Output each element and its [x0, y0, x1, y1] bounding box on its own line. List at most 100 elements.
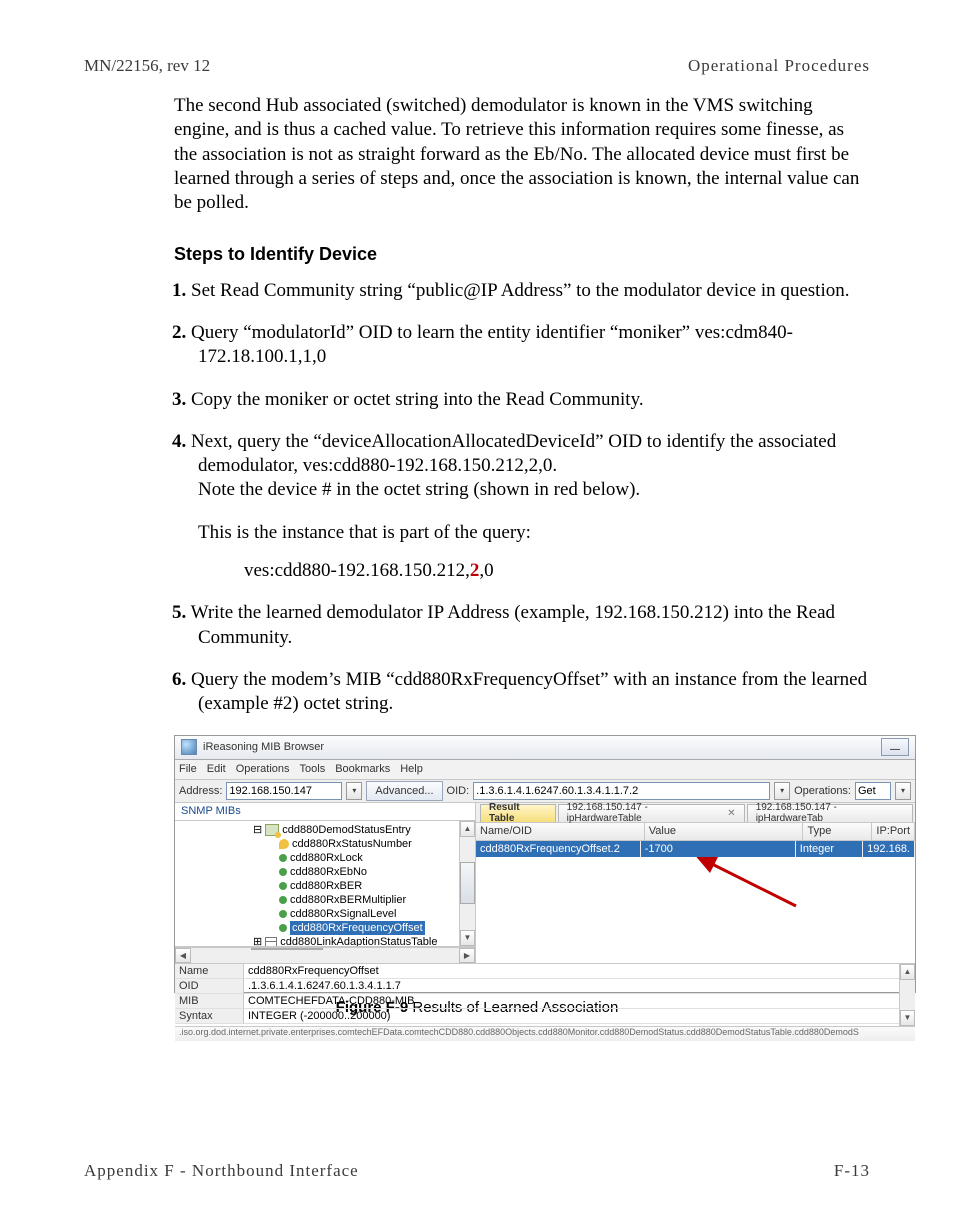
- step-5: 5. Write the learned demodulator IP Addr…: [172, 601, 870, 650]
- tab-label: 192.168.150.147 - ipHardwareTab: [756, 803, 904, 825]
- step-3-text: Copy the moniker or octet string into th…: [191, 389, 644, 410]
- tree-node[interactable]: cdd880RxBERMultiplier: [290, 893, 406, 907]
- step-4d-post: ,0: [479, 560, 493, 581]
- tab-iphardware-1[interactable]: 192.168.150.147 - ipHardwareTable ✕: [558, 804, 745, 822]
- address-dropdown-icon[interactable]: ▾: [346, 782, 362, 800]
- oid-label: OID:: [447, 785, 470, 797]
- address-input[interactable]: [226, 782, 342, 800]
- step-4c-text: This is the instance that is part of the…: [198, 521, 870, 545]
- menu-help[interactable]: Help: [400, 763, 423, 775]
- scroll-up-icon[interactable]: ▲: [900, 964, 915, 980]
- tree-node[interactable]: cdd880RxStatusNumber: [292, 837, 412, 851]
- mib-browser-window: iReasoning MIB Browser — File Edit Opera…: [174, 735, 916, 993]
- scroll-up-icon[interactable]: ▲: [460, 821, 475, 837]
- prop-key: MIB: [175, 994, 244, 1009]
- intro-paragraph: The second Hub associated (switched) dem…: [174, 94, 870, 216]
- tree-node-selected[interactable]: cdd880RxFrequencyOffset: [290, 921, 425, 935]
- step-6-text: Query the modem’s MIB “cdd880RxFrequency…: [191, 669, 867, 714]
- scroll-thumb[interactable]: [460, 862, 475, 904]
- footer-left: Appendix F - Northbound Interface: [84, 1161, 359, 1181]
- leaf-icon: [279, 854, 287, 862]
- property-vertical-scrollbar[interactable]: ▲ ▼: [899, 964, 915, 1026]
- titlebar[interactable]: iReasoning MIB Browser —: [175, 736, 915, 760]
- tab-label: 192.168.150.147 - ipHardwareTable: [567, 803, 723, 825]
- scroll-right-icon[interactable]: ▶: [459, 948, 475, 963]
- grid-header-name[interactable]: Name/OID: [476, 823, 645, 840]
- menu-file[interactable]: File: [179, 763, 197, 775]
- result-grid[interactable]: Name/OID Value Type IP:Port cdd880RxFreq…: [476, 823, 915, 963]
- left-pane-header: SNMP MIBs: [175, 803, 475, 821]
- tab-result-table[interactable]: Result Table: [480, 804, 556, 822]
- minimize-button[interactable]: —: [881, 738, 909, 756]
- prop-key: OID: [175, 979, 244, 994]
- prop-key: Name: [175, 964, 244, 979]
- scroll-down-icon[interactable]: ▼: [460, 930, 475, 946]
- step-4d-pre: ves:cdd880-192.168.150.212,: [244, 560, 470, 581]
- tree-vertical-scrollbar[interactable]: ▲ ▼: [459, 821, 475, 946]
- step-1: 1. Set Read Community string “public@IP …: [172, 279, 870, 303]
- right-pane: Result Table 192.168.150.147 - ipHardwar…: [476, 803, 915, 963]
- key-icon: [279, 839, 289, 849]
- step-4d-text: ves:cdd880-192.168.150.212,2,0: [244, 559, 870, 583]
- grid-cell-ipport: 192.168.: [863, 841, 915, 857]
- leaf-icon: [279, 868, 287, 876]
- tree-node[interactable]: cdd880RxBER: [290, 879, 362, 893]
- grid-header-ipport[interactable]: IP:Port: [872, 823, 915, 840]
- folder-icon: [265, 824, 279, 836]
- grid-cell-type: Integer: [796, 841, 863, 857]
- step-2: 2. Query “modulatorId” OID to learn the …: [172, 321, 870, 370]
- tree-node[interactable]: cdd880DemodStatusEntry: [282, 823, 410, 837]
- tab-label: Result Table: [489, 803, 547, 825]
- tree-node[interactable]: cdd880RxEbNo: [290, 865, 367, 879]
- step-2-text: Query “modulatorId” OID to learn the ent…: [191, 322, 793, 367]
- oid-input[interactable]: [473, 782, 770, 800]
- tree-node[interactable]: cdd880RxSignalLevel: [290, 907, 396, 921]
- tabs: Result Table 192.168.150.147 - ipHardwar…: [476, 803, 915, 823]
- step-1-text: Set Read Community string “public@IP Add…: [191, 280, 849, 301]
- leaf-icon: [279, 910, 287, 918]
- grid-row-selected[interactable]: cdd880RxFrequencyOffset.2 -1700 Integer …: [476, 841, 915, 857]
- address-label: Address:: [179, 785, 222, 797]
- leaf-icon: [279, 882, 287, 890]
- advanced-button[interactable]: Advanced...: [366, 781, 442, 801]
- grid-cell-value: -1700: [641, 841, 796, 857]
- prop-value: .1.3.6.1.4.1.6247.60.1.3.4.1.1.7: [244, 979, 899, 994]
- menu-operations[interactable]: Operations: [236, 763, 290, 775]
- doc-header-left: MN/22156, rev 12: [84, 56, 210, 76]
- grid-header-type[interactable]: Type: [803, 823, 872, 840]
- mib-tree[interactable]: ⊟ cdd880DemodStatusEntry cdd880RxStatusN…: [175, 821, 475, 947]
- operations-input[interactable]: [855, 782, 891, 800]
- toolbar: Address: ▾ Advanced... OID: ▾ Operations…: [175, 780, 915, 803]
- window-title: iReasoning MIB Browser: [203, 741, 881, 753]
- scroll-down-icon[interactable]: ▼: [900, 1010, 915, 1026]
- tab-iphardware-2[interactable]: 192.168.150.147 - ipHardwareTab: [747, 804, 913, 822]
- menu-edit[interactable]: Edit: [207, 763, 226, 775]
- step-4b-text: Note the device # in the octet string (s…: [198, 479, 640, 500]
- grid-header-value[interactable]: Value: [645, 823, 804, 840]
- operations-label: Operations:: [794, 785, 851, 797]
- close-icon[interactable]: ✕: [727, 808, 735, 819]
- menu-tools[interactable]: Tools: [300, 763, 326, 775]
- left-pane: SNMP MIBs ⊟ cdd880DemodStatusEntry cdd88…: [175, 803, 476, 963]
- tree-node[interactable]: cdd880LinkAdaptionStatusTable: [280, 935, 437, 947]
- leaf-icon: [279, 896, 287, 904]
- step-4a-text: Next, query the “deviceAllocationAllocat…: [191, 431, 836, 476]
- section-title: Steps to Identify Device: [174, 244, 870, 265]
- prop-value: cdd880RxFrequencyOffset: [244, 964, 899, 979]
- menu-bookmarks[interactable]: Bookmarks: [335, 763, 390, 775]
- footer-right: F-13: [834, 1161, 870, 1181]
- tree-node[interactable]: cdd880RxLock: [290, 851, 363, 865]
- oid-dropdown-icon[interactable]: ▾: [774, 782, 790, 800]
- scroll-left-icon[interactable]: ◀: [175, 948, 191, 963]
- doc-header-right: Operational Procedures: [688, 56, 870, 76]
- operations-dropdown-icon[interactable]: ▾: [895, 782, 911, 800]
- annotation-arrow-icon: [686, 851, 806, 911]
- tree-horizontal-scrollbar[interactable]: ◀ ▶: [175, 947, 475, 963]
- leaf-icon: [279, 924, 287, 932]
- status-bar: .iso.org.dod.internet.private.enterprise…: [175, 1026, 915, 1041]
- scroll-thumb[interactable]: [251, 948, 323, 950]
- prop-key: Syntax: [175, 1009, 244, 1024]
- step-6: 6. Query the modem’s MIB “cdd880RxFreque…: [172, 668, 870, 717]
- step-5-text: Write the learned demodulator IP Address…: [191, 602, 835, 647]
- app-icon: [181, 739, 197, 755]
